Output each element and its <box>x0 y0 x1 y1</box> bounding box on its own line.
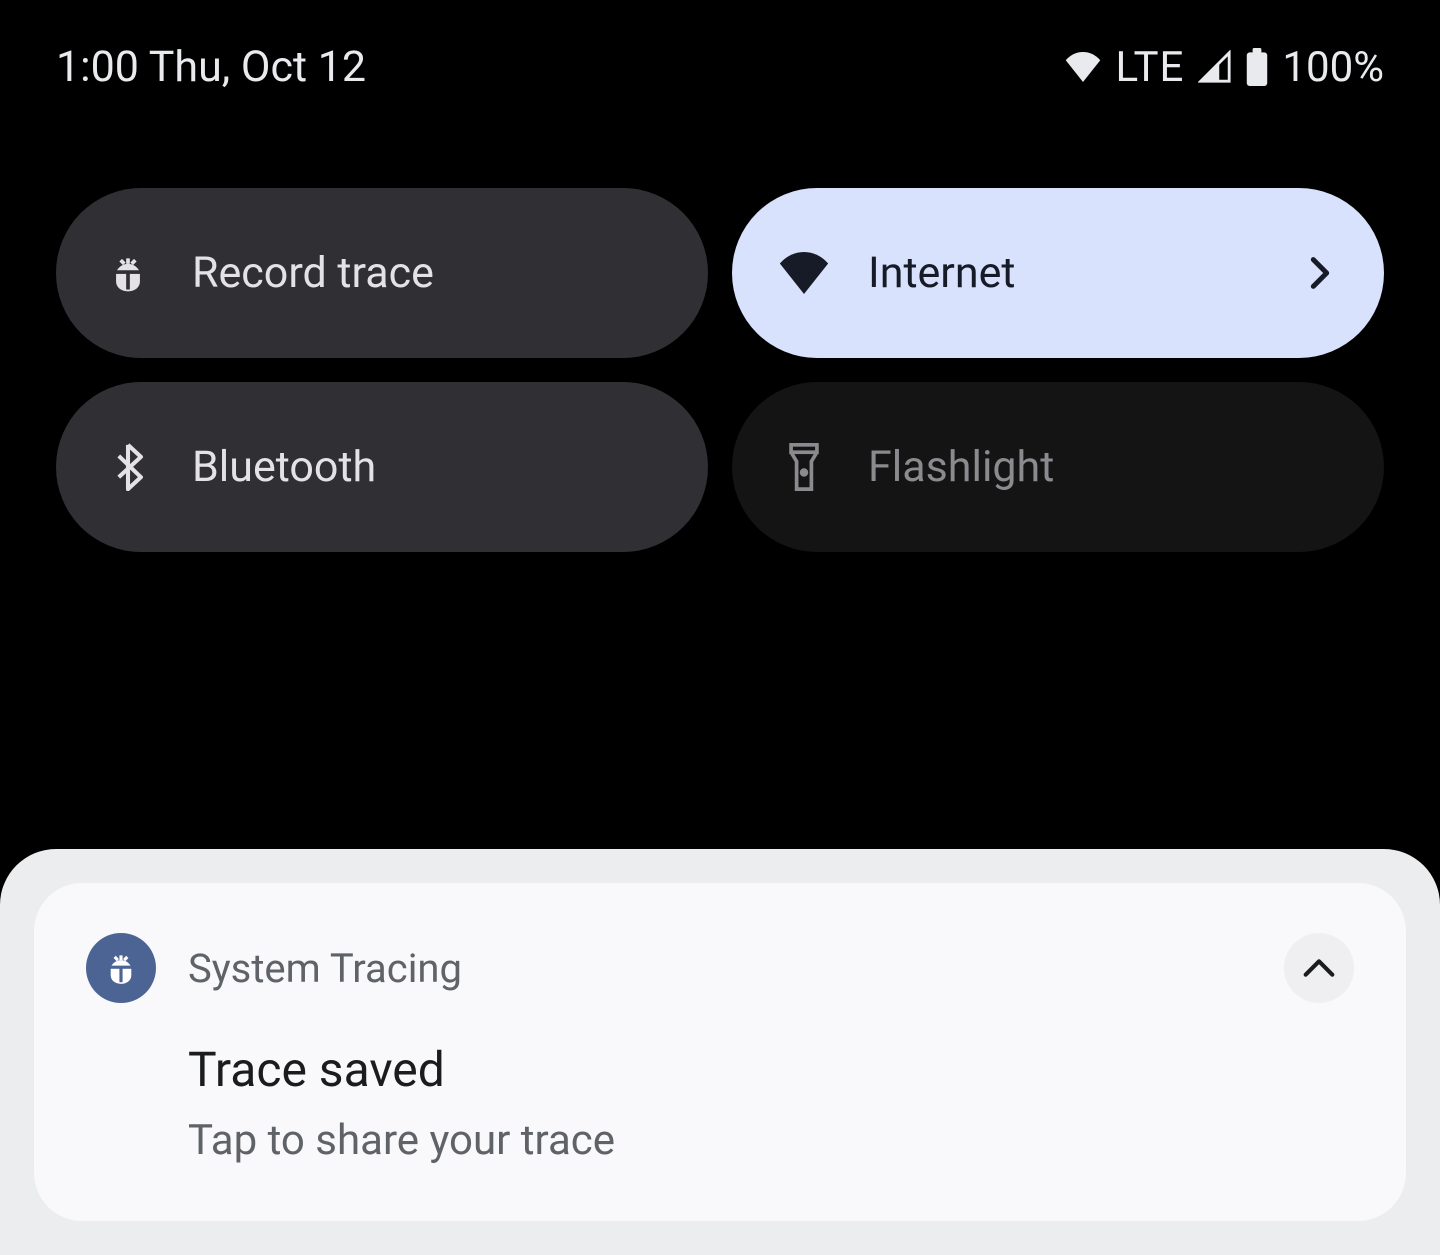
qs-tile-label: Internet <box>868 248 1016 298</box>
signal-status-icon <box>1198 50 1232 84</box>
notification-app-icon <box>86 933 156 1003</box>
notification-title: Trace saved <box>188 1041 1354 1098</box>
quick-settings-grid: Record trace Internet Bluetooth Flashlig… <box>0 92 1440 552</box>
chevron-right-icon <box>1302 255 1338 291</box>
status-bar: 1:00 Thu, Oct 12 LTE 100% <box>0 0 1440 92</box>
notification-text: Tap to share your trace <box>188 1116 1354 1165</box>
wifi-icon <box>778 247 830 299</box>
qs-tile-bluetooth[interactable]: Bluetooth <box>56 382 708 552</box>
qs-tile-label: Record trace <box>192 248 434 298</box>
notification-panel: System Tracing Trace saved Tap to share … <box>0 849 1440 1255</box>
mobile-data-label: LTE <box>1116 43 1185 92</box>
battery-percentage: 100% <box>1282 43 1384 92</box>
qs-tile-label: Flashlight <box>868 442 1054 492</box>
qs-tile-internet[interactable]: Internet <box>732 188 1384 358</box>
battery-status-icon <box>1246 48 1268 86</box>
bluetooth-icon <box>102 441 154 493</box>
notification-header: System Tracing <box>86 933 1354 1003</box>
status-indicators: LTE 100% <box>1064 43 1385 92</box>
flashlight-icon <box>778 441 830 493</box>
notification-collapse-button[interactable] <box>1284 933 1354 1003</box>
notification-body: Trace saved Tap to share your trace <box>86 1041 1354 1165</box>
bug-icon <box>102 247 154 299</box>
status-time-date: 1:00 Thu, Oct 12 <box>56 42 366 92</box>
notification-app-name: System Tracing <box>188 945 462 992</box>
qs-tile-flashlight[interactable]: Flashlight <box>732 382 1384 552</box>
qs-tile-record-trace[interactable]: Record trace <box>56 188 708 358</box>
wifi-status-icon <box>1064 52 1102 82</box>
qs-tile-label: Bluetooth <box>192 442 376 492</box>
notification-card[interactable]: System Tracing Trace saved Tap to share … <box>34 883 1406 1221</box>
